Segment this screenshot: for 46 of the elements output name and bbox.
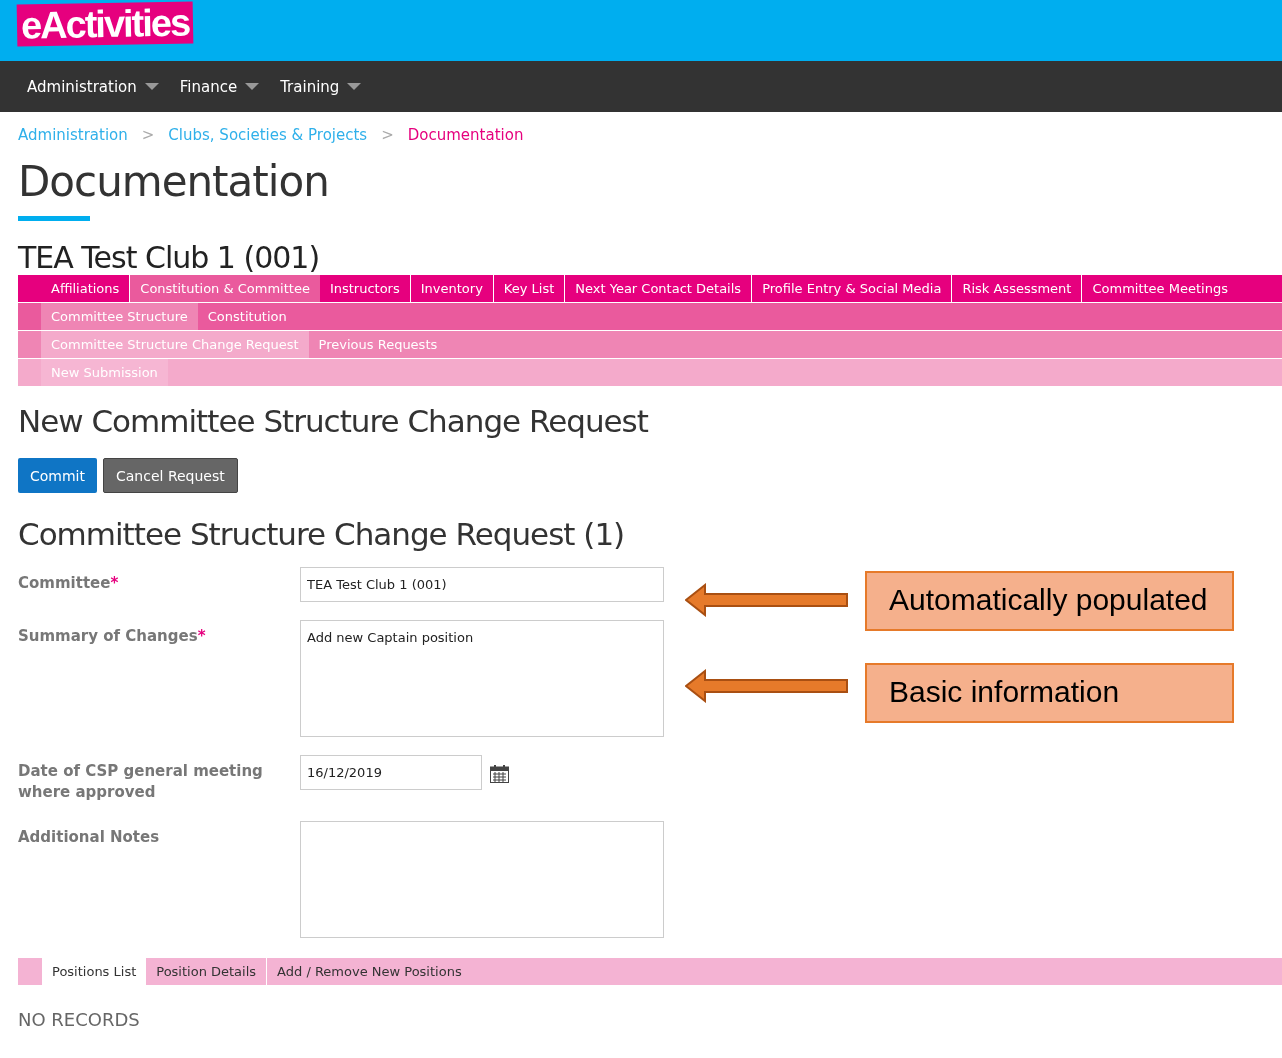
breadcrumb-link[interactable]: Clubs, Societies & Projects xyxy=(168,126,368,144)
tab[interactable]: Constitution & Committee xyxy=(130,275,320,302)
tab[interactable]: Risk Assessment xyxy=(952,275,1083,302)
tab[interactable]: Committee Structure xyxy=(41,303,198,330)
form-title: Committee Structure Change Request (1) xyxy=(18,515,626,553)
tab[interactable]: Key List xyxy=(493,275,566,302)
text-field[interactable]: TEA Test Club 1 (001) xyxy=(300,567,664,602)
breadcrumb-separator: > xyxy=(141,126,155,144)
date-field[interactable]: 16/12/2019 xyxy=(300,755,482,790)
breadcrumb-link[interactable]: Administration xyxy=(18,126,128,144)
tab[interactable]: Profile Entry & Social Media xyxy=(752,275,953,302)
arrow-icon xyxy=(685,669,849,703)
empty-message: NO RECORDS xyxy=(18,1009,141,1030)
nav-menu-item[interactable]: Finance xyxy=(168,77,266,96)
tab[interactable]: Position Details xyxy=(146,958,267,985)
caret-icon xyxy=(245,82,260,91)
tab[interactable]: Next Year Contact Details xyxy=(565,275,753,302)
breadcrumb-separator: > xyxy=(381,126,394,144)
page-title: Documentation xyxy=(18,158,330,206)
field-label: Date of CSP general meeting where approved xyxy=(18,761,264,803)
calendar-icon[interactable] xyxy=(490,765,509,783)
field-label: Summary of Changes* xyxy=(18,626,207,647)
cancel-button[interactable]: Cancel Request xyxy=(103,458,238,493)
tab[interactable]: Instructors xyxy=(319,275,411,302)
annotation-callout: Basic information xyxy=(865,663,1234,723)
text-area[interactable]: Add new Captain position xyxy=(300,620,664,737)
breadcrumb-link[interactable]: Documentation xyxy=(407,126,524,144)
title-underline xyxy=(18,216,90,221)
logo[interactable]: eActivities xyxy=(16,1,194,47)
caret-icon xyxy=(144,82,159,91)
tab[interactable]: Previous Requests xyxy=(308,331,448,358)
field-label: Committee* xyxy=(18,573,120,594)
nav-menu-item[interactable]: Administration xyxy=(16,77,165,96)
field-label: Additional Notes xyxy=(18,827,161,848)
tab[interactable]: Inventory xyxy=(410,275,494,302)
caret-icon xyxy=(347,82,362,91)
nav-menu-item[interactable]: Training xyxy=(269,77,368,96)
tab[interactable]: Add / Remove New Positions xyxy=(266,958,472,985)
section-title: New Committee Structure Change Request xyxy=(18,402,650,440)
annotation-callout: Automatically populated xyxy=(865,571,1234,631)
arrow-icon xyxy=(685,583,849,617)
tab[interactable]: Constitution xyxy=(197,303,297,330)
tab[interactable]: Positions List xyxy=(42,958,147,985)
tab[interactable]: Committee Meetings xyxy=(1082,275,1238,302)
commit-button[interactable]: Commit xyxy=(18,458,97,493)
club-title: TEA Test Club 1 (001) xyxy=(18,241,321,275)
